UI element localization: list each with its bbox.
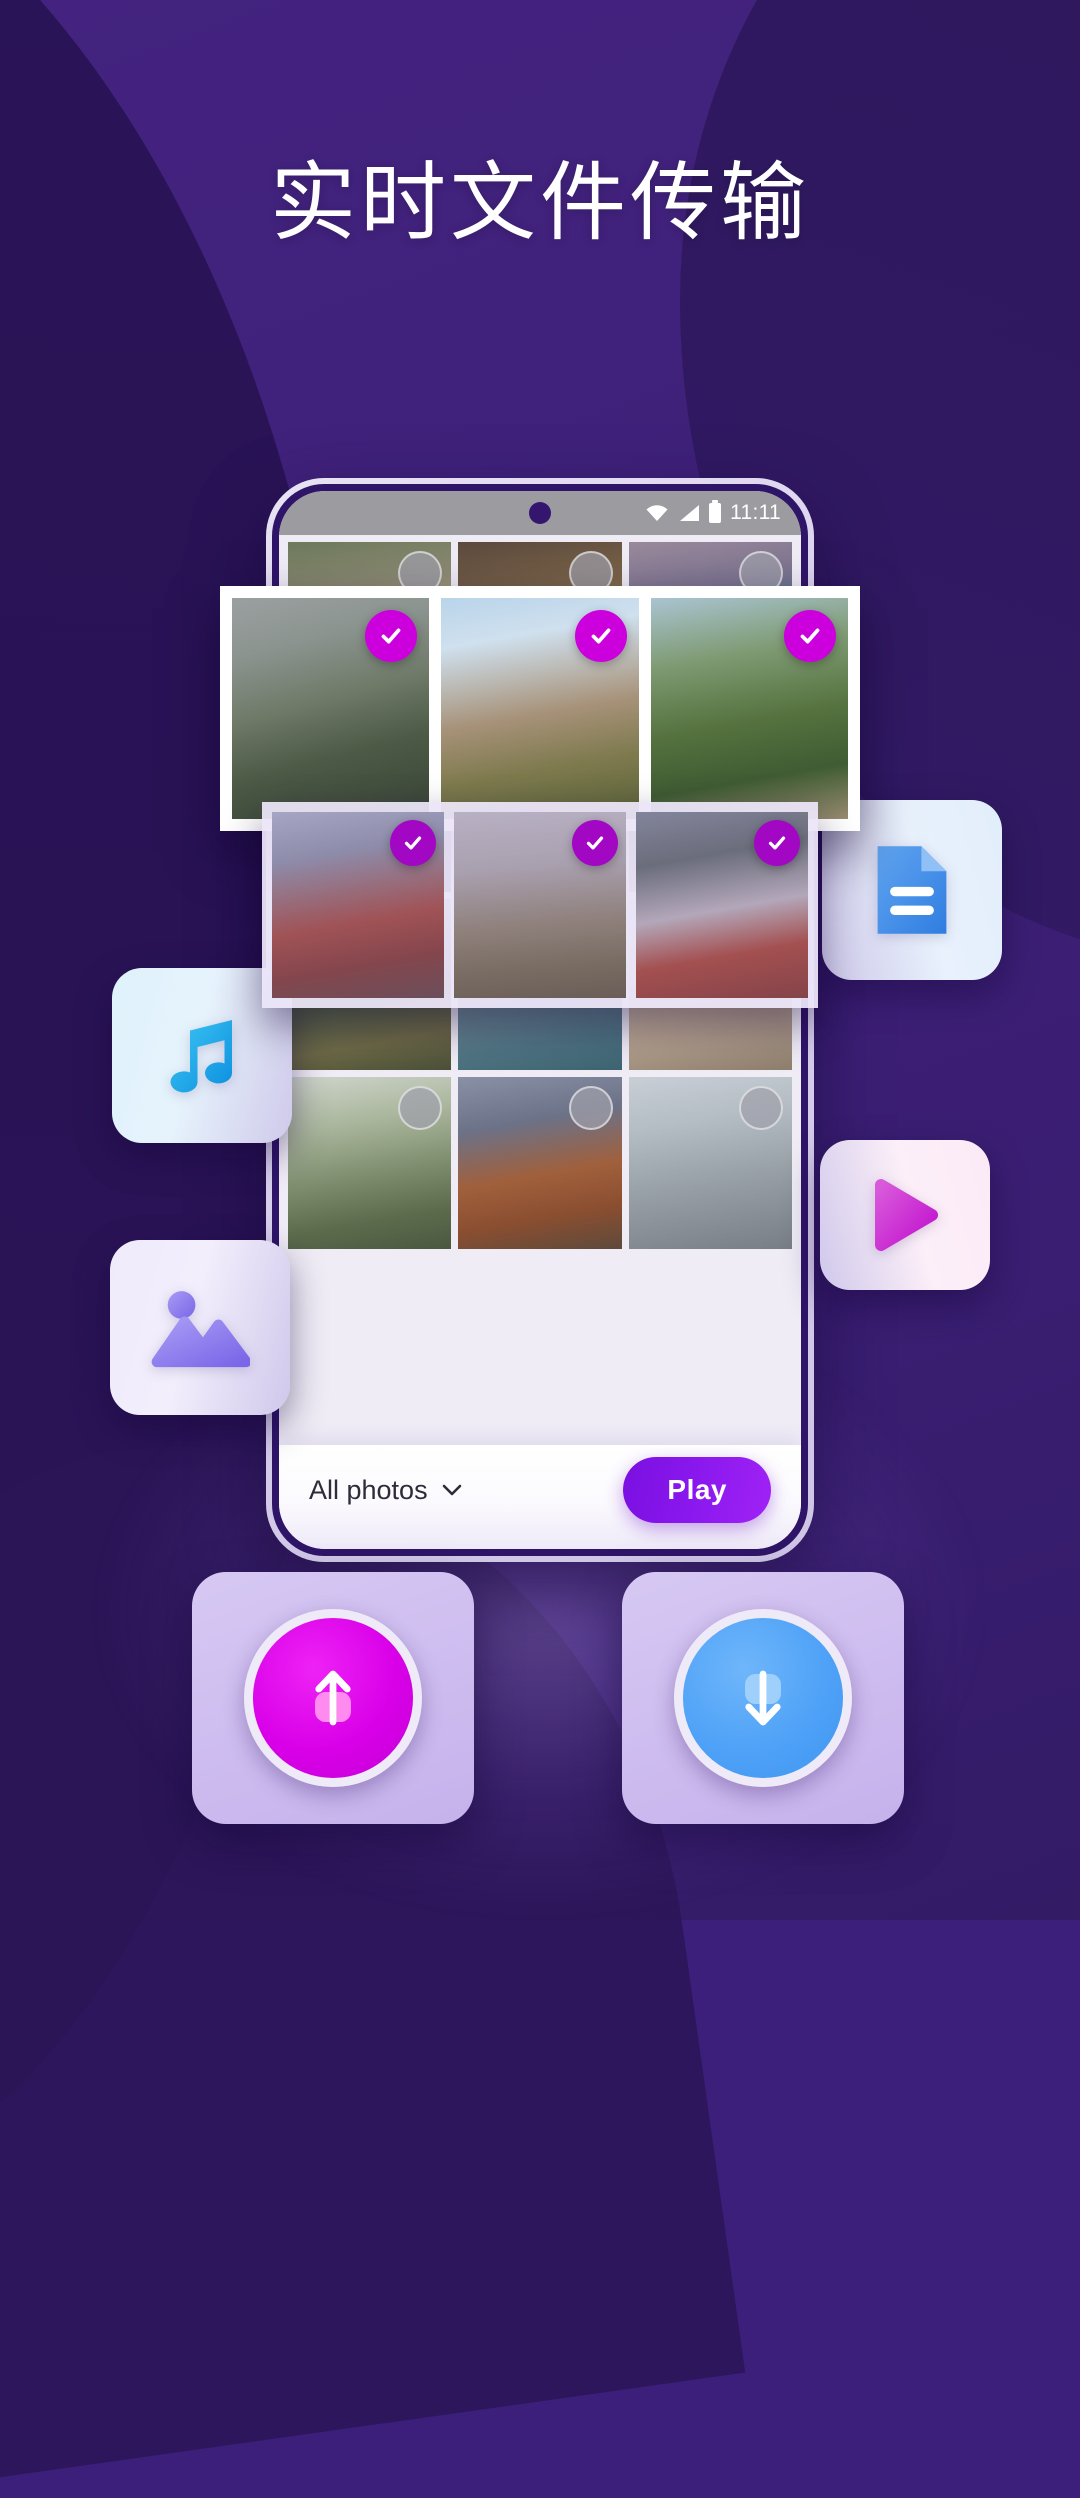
music-note-icon — [170, 1019, 233, 1092]
status-bar-clock: 11:11 — [730, 501, 781, 524]
send-card[interactable] — [192, 1572, 474, 1824]
signal-icon — [680, 505, 700, 521]
photo-select-toggle[interactable] — [572, 820, 618, 866]
photo-thumbnail[interactable] — [458, 1077, 622, 1249]
photo-select-toggle[interactable] — [568, 1086, 613, 1131]
front-camera-dot — [529, 502, 551, 524]
selected-photo-thumbnail[interactable] — [454, 812, 626, 998]
check-icon — [404, 836, 422, 850]
receive-button[interactable] — [674, 1609, 852, 1787]
image-icon — [151, 1290, 250, 1367]
photo-select-toggle[interactable] — [574, 610, 627, 662]
photo-select-toggle[interactable] — [754, 820, 800, 866]
album-filter-label: All photos — [309, 1474, 428, 1505]
send-button[interactable] — [244, 1609, 422, 1787]
play-button[interactable]: Play — [623, 1457, 771, 1523]
status-bar-right: 11:11 — [645, 500, 781, 525]
check-icon — [800, 628, 820, 644]
receive-card[interactable] — [622, 1572, 904, 1824]
file-card-video[interactable] — [820, 1140, 990, 1290]
selected-photo-thumbnail[interactable] — [650, 598, 848, 819]
chevron-down-icon — [442, 1484, 461, 1496]
selected-photo-thumbnail[interactable] — [441, 598, 639, 819]
file-card-image[interactable] — [110, 1240, 290, 1415]
selected-photo-thumbnail[interactable] — [232, 598, 430, 819]
selected-photo-thumbnail[interactable] — [272, 812, 444, 998]
photo-select-toggle[interactable] — [365, 610, 418, 662]
photo-thumbnail[interactable] — [628, 1077, 792, 1249]
gallery-bottom-bar: All photos Play — [279, 1445, 801, 1549]
document-icon — [877, 846, 947, 934]
check-icon — [381, 628, 401, 644]
battery-icon — [709, 500, 722, 523]
status-bar: 11:11 — [279, 491, 801, 535]
selected-photos-row-2 — [262, 802, 818, 1008]
selected-photo-thumbnail[interactable] — [636, 812, 808, 998]
check-icon — [586, 836, 604, 850]
check-icon — [768, 836, 786, 850]
upload-arrow-icon — [315, 1670, 351, 1726]
wifi-icon — [646, 505, 668, 521]
selected-photos-row-1 — [220, 586, 860, 831]
download-arrow-icon — [745, 1670, 781, 1726]
photo-select-toggle[interactable] — [783, 610, 836, 662]
album-filter-dropdown[interactable]: All photos — [309, 1475, 462, 1506]
photo-thumbnail[interactable] — [288, 1077, 452, 1249]
page-title: 实时文件传输 — [270, 153, 810, 253]
photo-select-toggle[interactable] — [390, 820, 436, 866]
check-icon — [591, 628, 611, 644]
play-triangle-icon — [875, 1179, 938, 1251]
